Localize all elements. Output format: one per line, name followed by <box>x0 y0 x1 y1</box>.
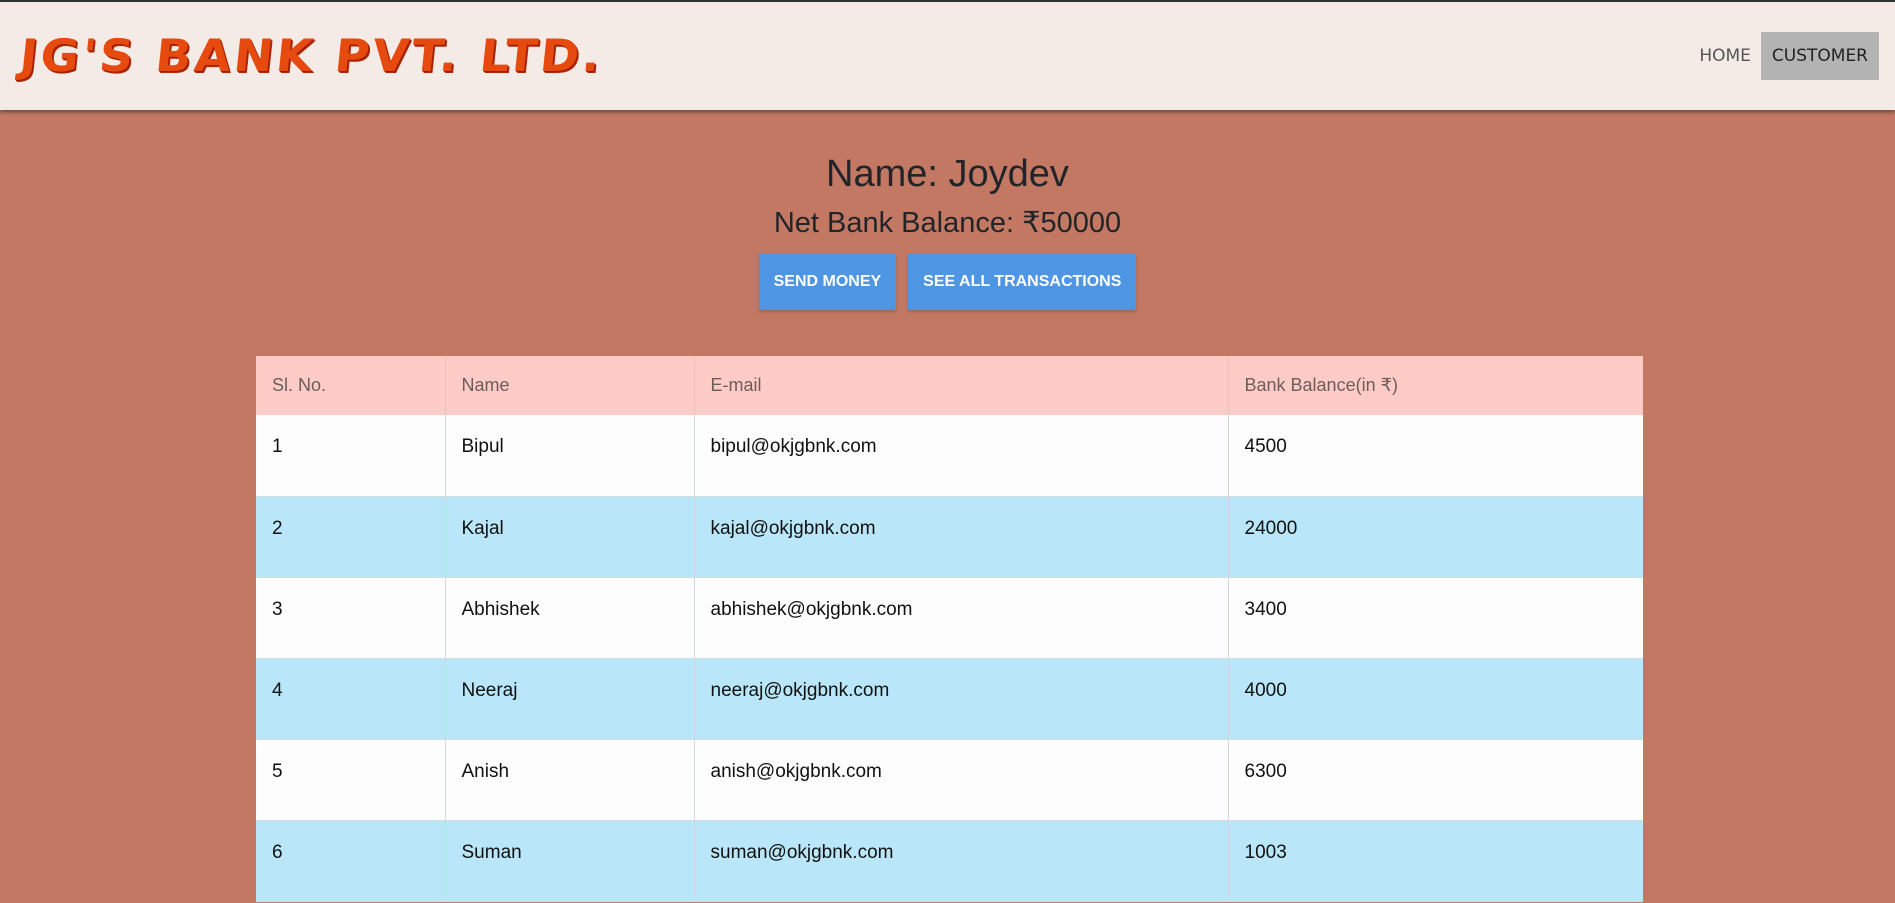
cell-name: Bipul <box>445 415 695 496</box>
table-row[interactable]: 5 Anish anish@okjgbnk.com 6300 <box>256 739 1643 820</box>
cell-name: Suman <box>445 820 695 901</box>
table-row[interactable]: 6 Suman suman@okjgbnk.com 1003 <box>256 820 1643 901</box>
nav-customer-link[interactable]: CUSTOMER <box>1760 32 1879 80</box>
column-header-sl-no: Sl. No. <box>256 356 446 415</box>
nav-home-link[interactable]: HOME <box>1689 32 1761 80</box>
cell-balance: 6300 <box>1228 739 1643 820</box>
cell-name: Abhishek <box>445 577 695 658</box>
customers-table: Sl. No. Name E-mail Bank Balance(in ₹) 1… <box>256 356 1643 902</box>
column-header-name: Name <box>445 356 695 415</box>
cell-sl-no: 4 <box>256 658 446 739</box>
cell-balance: 4000 <box>1228 658 1643 739</box>
cell-email: kajal@okjgbnk.com <box>694 496 1229 577</box>
action-buttons: SEND MONEY SEE ALL TRANSACTIONS <box>0 254 1895 310</box>
see-all-transactions-button[interactable]: SEE ALL TRANSACTIONS <box>908 254 1137 310</box>
cell-balance: 3400 <box>1228 577 1643 658</box>
top-navbar: JG'S BANK PVT. LTD. HOME CUSTOMER <box>0 0 1895 110</box>
table-row[interactable]: 3 Abhishek abhishek@okjgbnk.com 3400 <box>256 577 1643 658</box>
customer-profile: Name: Joydev Net Bank Balance: ₹50000 <box>0 148 1895 246</box>
cell-balance: 4500 <box>1228 415 1643 496</box>
cell-sl-no: 3 <box>256 577 446 658</box>
cell-sl-no: 5 <box>256 739 446 820</box>
cell-email: abhishek@okjgbnk.com <box>694 577 1229 658</box>
bank-logo[interactable]: JG'S BANK PVT. LTD. <box>17 30 606 82</box>
column-header-email: E-mail <box>694 356 1229 415</box>
cell-sl-no: 6 <box>256 820 446 901</box>
net-bank-balance: Net Bank Balance: ₹50000 <box>773 207 1122 239</box>
cell-name: Neeraj <box>445 658 695 739</box>
cell-balance: 24000 <box>1228 496 1643 577</box>
cell-sl-no: 2 <box>256 496 446 577</box>
cell-name: Kajal <box>445 496 695 577</box>
cell-email: bipul@okjgbnk.com <box>694 415 1229 496</box>
column-header-balance: Bank Balance(in ₹) <box>1228 356 1643 415</box>
cell-sl-no: 1 <box>256 415 446 496</box>
cell-email: anish@okjgbnk.com <box>694 739 1229 820</box>
nav-links: HOME CUSTOMER <box>1689 32 1879 80</box>
customer-name: Name: Joydev <box>826 153 1069 195</box>
cell-email: neeraj@okjgbnk.com <box>694 658 1229 739</box>
send-money-button[interactable]: SEND MONEY <box>758 254 897 310</box>
table-row[interactable]: 4 Neeraj neeraj@okjgbnk.com 4000 <box>256 658 1643 739</box>
cell-balance: 1003 <box>1228 820 1643 901</box>
customers-table-container: Sl. No. Name E-mail Bank Balance(in ₹) 1… <box>256 356 1643 902</box>
table-header-row: Sl. No. Name E-mail Bank Balance(in ₹) <box>256 356 1643 415</box>
cell-name: Anish <box>445 739 695 820</box>
table-row[interactable]: 2 Kajal kajal@okjgbnk.com 24000 <box>256 496 1643 577</box>
cell-email: suman@okjgbnk.com <box>694 820 1229 901</box>
table-row[interactable]: 1 Bipul bipul@okjgbnk.com 4500 <box>256 415 1643 496</box>
